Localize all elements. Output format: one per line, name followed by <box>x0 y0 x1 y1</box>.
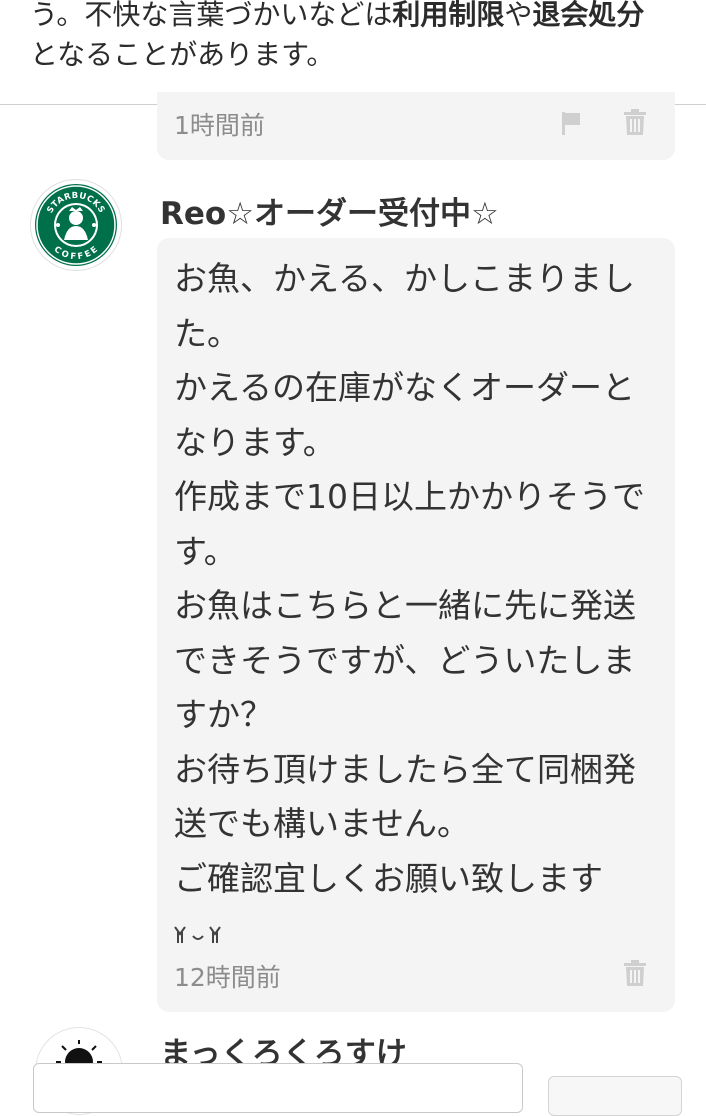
trash-icon[interactable] <box>624 960 646 986</box>
trash-icon[interactable] <box>624 109 646 135</box>
comment-guideline-notice: う。不快な言葉づかいなどは利用制限や退会処分 となることがあります。 <box>0 0 706 105</box>
previous-comment-bubble: 1時間前 <box>157 92 675 160</box>
comment-message: お魚、かえる、かしこまりました。 かえるの在庫がなくオーダーとなります。 作成ま… <box>174 259 645 898</box>
notice-bold-restriction: 利用制限 <box>392 0 505 31</box>
starbucks-logo: STARBUCKS COFFEE <box>35 184 117 266</box>
comment-input[interactable] <box>33 1063 523 1113</box>
notice-text: う。不快な言葉づかいなどは <box>30 0 393 31</box>
emoticon-icon <box>174 220 234 248</box>
flag-icon[interactable] <box>560 110 582 136</box>
notice-bold-withdrawal: 退会処分 <box>532 0 645 31</box>
avatar[interactable]: STARBUCKS COFFEE <box>31 180 121 270</box>
send-button[interactable] <box>548 1076 682 1116</box>
notice-text: や <box>504 0 533 31</box>
comment-bubble: お魚、かえる、かしこまりました。 かえるの在庫がなくオーダーとなります。 作成ま… <box>157 238 675 1012</box>
comment-timestamp: 1時間前 <box>174 111 265 140</box>
emoticon-icon <box>174 926 221 943</box>
comment-timestamp: 12時間前 <box>174 963 281 992</box>
